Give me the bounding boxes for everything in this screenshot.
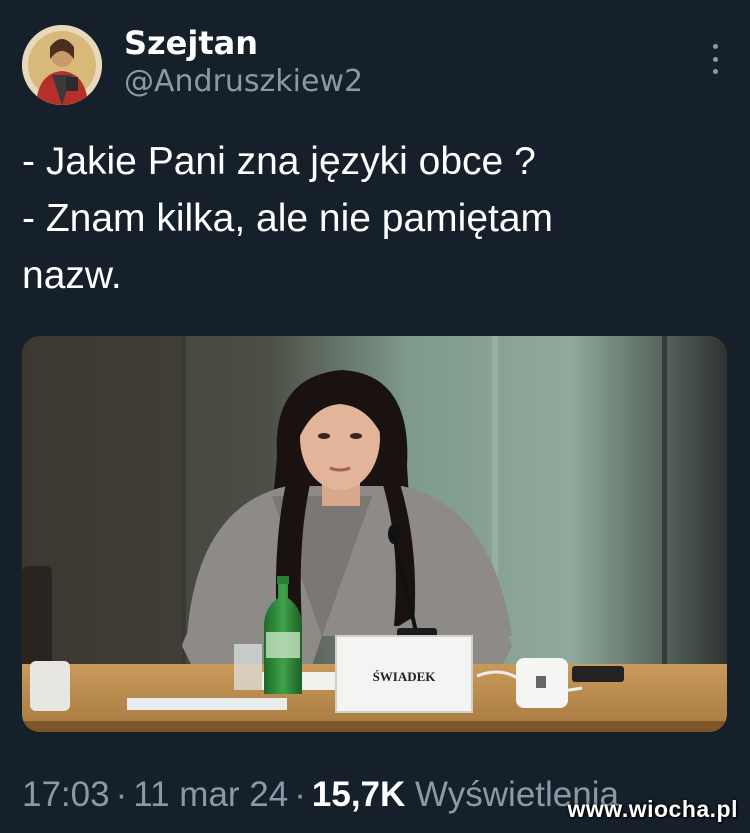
views-count: 15,7K — [311, 775, 406, 814]
more-dot — [712, 69, 718, 74]
more-vertical-icon[interactable] — [710, 44, 720, 74]
separator: · — [115, 775, 128, 814]
tweet-time[interactable]: 17:03 — [22, 775, 110, 814]
tweet-photo[interactable]: ŚWIADEK — [22, 336, 727, 732]
tweet-text-line: - Jakie Pani zna języki obce ? — [22, 140, 536, 183]
tweet-date[interactable]: 11 mar 24 — [133, 775, 288, 814]
nameplate-text: ŚWIADEK — [373, 669, 437, 684]
separator: · — [294, 775, 306, 814]
author-names: Szejtan @Andruszkiew2 — [124, 25, 363, 101]
tweet-card: Szejtan @Andruszkiew2 - Jakie Pani zna j… — [0, 0, 750, 833]
display-name[interactable]: Szejtan — [124, 25, 363, 61]
photo-illustration: ŚWIADEK — [22, 336, 727, 732]
tweet-text-line: - Znam kilka, ale nie pamiętam — [22, 197, 554, 240]
watermark: www.wiocha.pl — [567, 796, 738, 822]
tweet-header: Szejtan @Andruszkiew2 — [22, 25, 363, 105]
more-dot — [712, 44, 718, 49]
user-handle[interactable]: @Andruszkiew2 — [124, 63, 363, 101]
avatar[interactable] — [22, 25, 102, 105]
tweet-text: - Jakie Pani zna języki obce ? - Znam ki… — [22, 133, 722, 304]
more-dot — [712, 56, 718, 62]
tweet-text-line: nazw. — [22, 254, 122, 297]
tweet-meta: 17:03 · 11 mar 24 · 15,7K Wyświetlenia — [22, 773, 619, 817]
